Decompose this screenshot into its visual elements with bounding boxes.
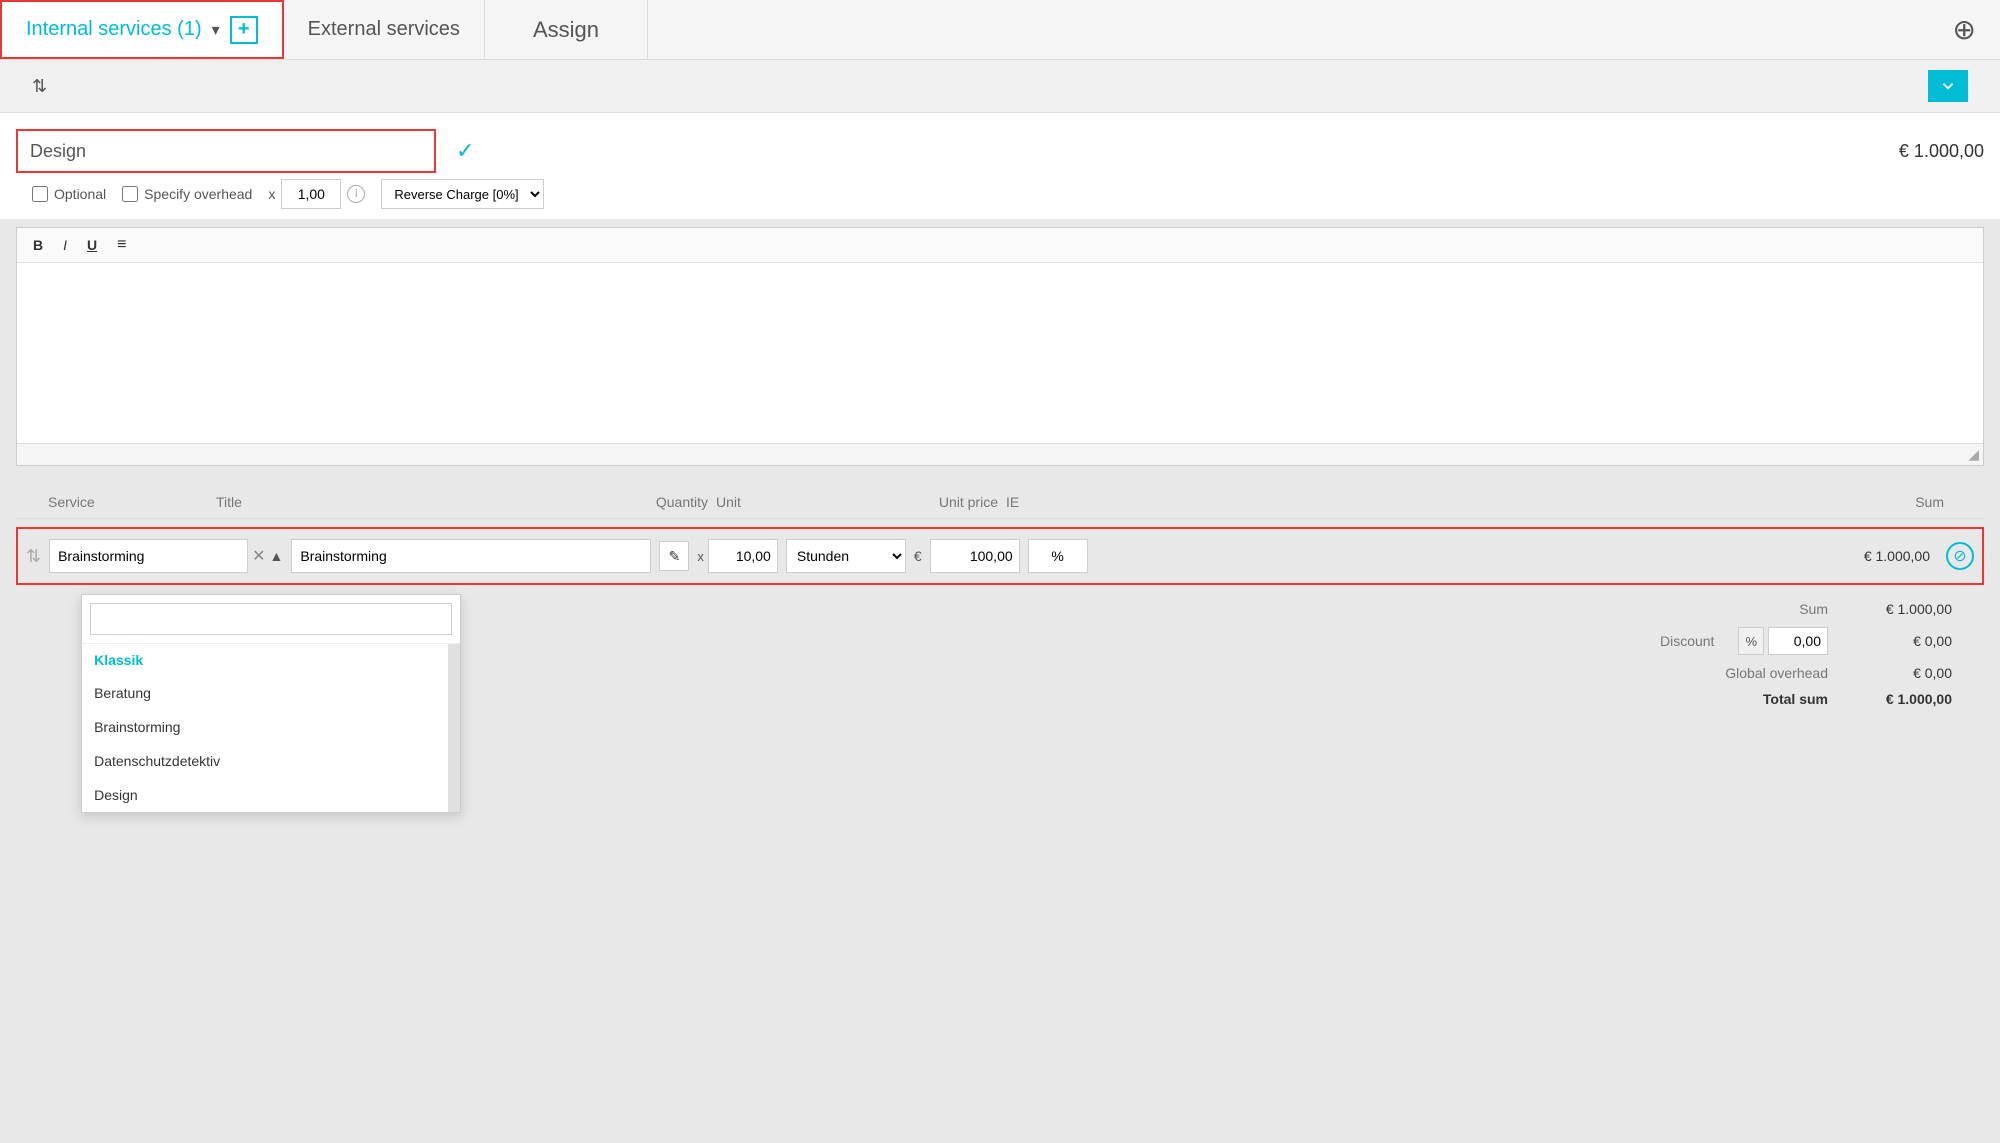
col-header-unit-price: Unit price [846,494,1006,510]
dropdown-item-brainstorming[interactable]: Brainstorming [82,710,460,744]
service-price: € 1.000,00 [1899,141,1984,162]
chevron-down-white-icon [1939,77,1957,95]
check-icon[interactable]: ✓ [456,138,474,164]
specify-overhead-label: Specify overhead [144,186,252,202]
main-container: Internal services (1) ▾ + External servi… [0,0,2000,1143]
total-label: Total sum [1688,691,1828,707]
dropdown-item-datenschutz[interactable]: Datenschutzdetektiv [82,744,460,778]
service-name-area: ✓ € 1.000,00 Optional Specify overhead x… [0,113,2000,219]
resize-icon: ◢ [1968,446,1979,463]
add-service-button[interactable]: + [230,16,258,44]
overhead-label: Global overhead [1688,665,1828,681]
service-dropdown-input[interactable] [49,539,248,573]
row-sum: € 1.000,00 [1096,548,1938,564]
quantity-wrap: x [697,539,778,573]
discount-pct-symbol: % [1738,627,1764,655]
multiplier-input[interactable] [281,179,341,209]
magnifier-icon: ⊕ [1953,13,1976,46]
info-icon[interactable]: i [347,185,365,203]
tab-internal-services[interactable]: Internal services (1) ▾ + [0,0,284,59]
italic-button[interactable]: I [57,235,73,255]
quantity-input[interactable] [708,539,778,573]
search-button[interactable]: ⊕ [1929,0,2000,59]
dropdown-item-beratung[interactable]: Beratung [82,676,460,710]
total-row: Total sum € 1.000,00 [1552,691,1952,707]
unit-select[interactable]: Stunden Tage Stück [786,539,906,573]
tax-select[interactable]: Reverse Charge [0%] Standard 19% Reduced… [381,179,544,209]
col-header-sum: Sum [1086,494,1984,510]
discount-input[interactable] [1768,627,1828,655]
dropdown-item-design[interactable]: Design [82,778,460,812]
service-name-input[interactable] [16,129,436,173]
tab-internal-services-label: Internal services (1) [26,18,202,41]
optional-label: Optional [54,186,106,202]
col-header-quantity: Quantity [596,494,716,510]
collapse-button[interactable] [1928,70,1968,102]
tab-bar: Internal services (1) ▾ + External servi… [0,0,2000,60]
dropdown-list: Klassik Beratung Brainstorming Datenschu… [82,644,460,812]
options-row: Optional Specify overhead x i Reverse Ch… [16,173,1984,219]
dropdown-search-input[interactable] [90,603,452,635]
editor-resize-handle[interactable]: ◢ [17,443,1983,465]
chevron-down-icon[interactable]: ▾ [212,20,220,40]
tab-assign[interactable]: Assign [485,0,648,59]
edit-icon-button[interactable]: ✎ [659,541,689,571]
col-header-service: Service [16,494,216,510]
sort-icon[interactable]: ⇅ [32,76,47,97]
dropdown-search-area [82,595,460,644]
table-header-row: Service Title Quantity Unit Unit price I… [16,486,1984,519]
discount-value: € 0,00 [1852,633,1952,649]
dropdown-scrollbar[interactable] [448,644,460,812]
service-row-inner: ⇅ ✕ ▲ Klassik Beratung Brainstor [18,529,1982,583]
specify-overhead-checkbox-label[interactable]: Specify overhead [122,186,252,202]
dropdown-popup: Klassik Beratung Brainstorming Datenschu… [81,594,461,813]
tab-external-services[interactable]: External services [284,0,485,59]
specify-overhead-checkbox[interactable] [122,186,138,202]
sum-row: Sum € 1.000,00 [1552,601,1952,617]
tax-select-wrap: Reverse Charge [0%] Standard 19% Reduced… [381,179,544,209]
dropdown-chevron-icon[interactable]: ▲ [270,548,284,564]
discount-row: Discount % € 0,00 [1552,627,1952,655]
unit-price-input[interactable] [930,539,1020,573]
text-editor: B I U ≡ ◢ [16,227,1984,466]
col-header-unit: Unit [716,494,846,510]
sum-value: € 1.000,00 [1852,601,1952,617]
optional-checkbox[interactable] [32,186,48,202]
edit-icon: ✎ [668,548,680,565]
cancel-icon: ⊘ [1953,546,1966,566]
tab-spacer [648,0,1929,59]
total-value: € 1.000,00 [1852,691,1952,707]
service-data-row: ⇅ ✕ ▲ Klassik Beratung Brainstor [16,527,1984,585]
overhead-value: € 0,00 [1852,665,1952,681]
overhead-row: Global overhead € 0,00 [1552,665,1952,681]
title-input[interactable] [291,539,651,573]
tab-assign-label: Assign [533,17,599,43]
drag-handle-icon[interactable]: ⇅ [26,546,41,567]
service-dropdown-wrap: ✕ ▲ Klassik Beratung Brainstorming Daten… [49,539,283,573]
discount-input-wrap: % [1738,627,1828,655]
multiplier-box: x i [268,179,365,209]
optional-checkbox-label[interactable]: Optional [32,186,106,202]
sort-row: ⇅ [0,60,2000,113]
ie-input[interactable] [1028,539,1088,573]
col-header-ie: IE [1006,494,1086,510]
table-section: Service Title Quantity Unit Unit price I… [16,486,1984,585]
dropdown-group-label: Klassik [82,644,460,676]
list-button[interactable]: ≡ [111,234,132,256]
discount-label: Discount [1574,633,1714,649]
editor-toolbar: B I U ≡ [17,228,1983,263]
cancel-row-button[interactable]: ⊘ [1946,542,1974,570]
qty-x-label: x [697,549,704,564]
col-header-title: Title [216,494,596,510]
underline-button[interactable]: U [81,235,103,255]
service-name-row: ✓ € 1.000,00 [16,129,1984,173]
editor-body[interactable] [17,263,1983,443]
bold-button[interactable]: B [27,235,49,255]
euro-symbol: € [914,548,922,564]
clear-icon[interactable]: ✕ [252,546,265,566]
tab-external-services-label: External services [308,18,460,41]
multiplier-x-label: x [268,186,275,202]
sum-label: Sum [1688,601,1828,617]
